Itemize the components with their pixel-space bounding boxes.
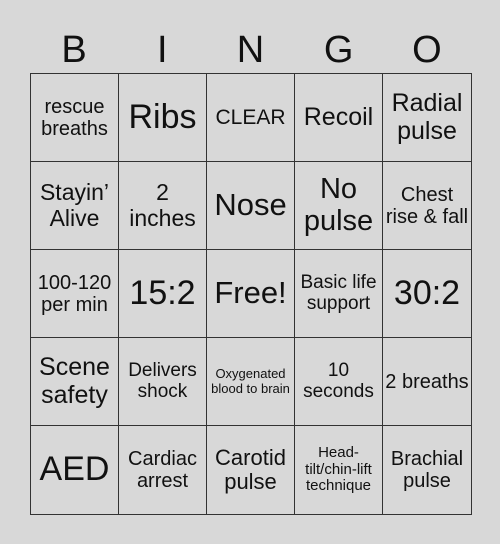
bingo-cell[interactable]: Ribs bbox=[119, 74, 207, 162]
bingo-cell[interactable]: Delivers shock bbox=[119, 338, 207, 426]
bingo-cell[interactable]: Carotid pulse bbox=[207, 426, 295, 514]
bingo-cell[interactable]: No pulse bbox=[295, 162, 383, 250]
bingo-cell[interactable]: Brachial pulse bbox=[383, 426, 471, 514]
bingo-cell[interactable]: rescue breaths bbox=[31, 74, 119, 162]
bingo-cell[interactable]: Nose bbox=[207, 162, 295, 250]
bingo-cell[interactable]: Scene safety bbox=[31, 338, 119, 426]
header-letter-b: B bbox=[61, 29, 87, 71]
bingo-cell[interactable]: 2 inches bbox=[119, 162, 207, 250]
bingo-cell[interactable]: 15:2 bbox=[119, 250, 207, 338]
header-letter-n: N bbox=[236, 29, 265, 71]
bingo-cell[interactable]: Oxygenated blood to brain bbox=[207, 338, 295, 426]
bingo-cell[interactable]: AED bbox=[31, 426, 119, 514]
bingo-cell[interactable]: 30:2 bbox=[383, 250, 471, 338]
bingo-cell[interactable]: Chest rise & fall bbox=[383, 162, 471, 250]
bingo-cell[interactable]: Head-tilt/chin-lift technique bbox=[295, 426, 383, 514]
bingo-cell[interactable]: 2 breaths bbox=[383, 338, 471, 426]
bingo-cell[interactable]: 100-120 per min bbox=[31, 250, 119, 338]
header-letter-i: I bbox=[157, 29, 168, 71]
header-letter-g: G bbox=[323, 29, 354, 71]
bingo-cell[interactable]: Basic life support bbox=[295, 250, 383, 338]
bingo-cell[interactable]: Recoil bbox=[295, 74, 383, 162]
bingo-header: B I N G O bbox=[30, 28, 471, 72]
bingo-cell[interactable]: Radial pulse bbox=[383, 74, 471, 162]
bingo-cell[interactable]: Free! bbox=[207, 250, 295, 338]
bingo-cell[interactable]: Stayin’ Alive bbox=[31, 162, 119, 250]
bingo-card-grid: rescue breaths Ribs CLEAR Recoil Radial puls… bbox=[30, 73, 472, 515]
bingo-cell[interactable]: 10 seconds bbox=[295, 338, 383, 426]
bingo-cell[interactable]: CLEAR bbox=[207, 74, 295, 162]
header-letter-o: O bbox=[412, 29, 442, 71]
bingo-cell[interactable]: Cardiac arrest bbox=[119, 426, 207, 514]
